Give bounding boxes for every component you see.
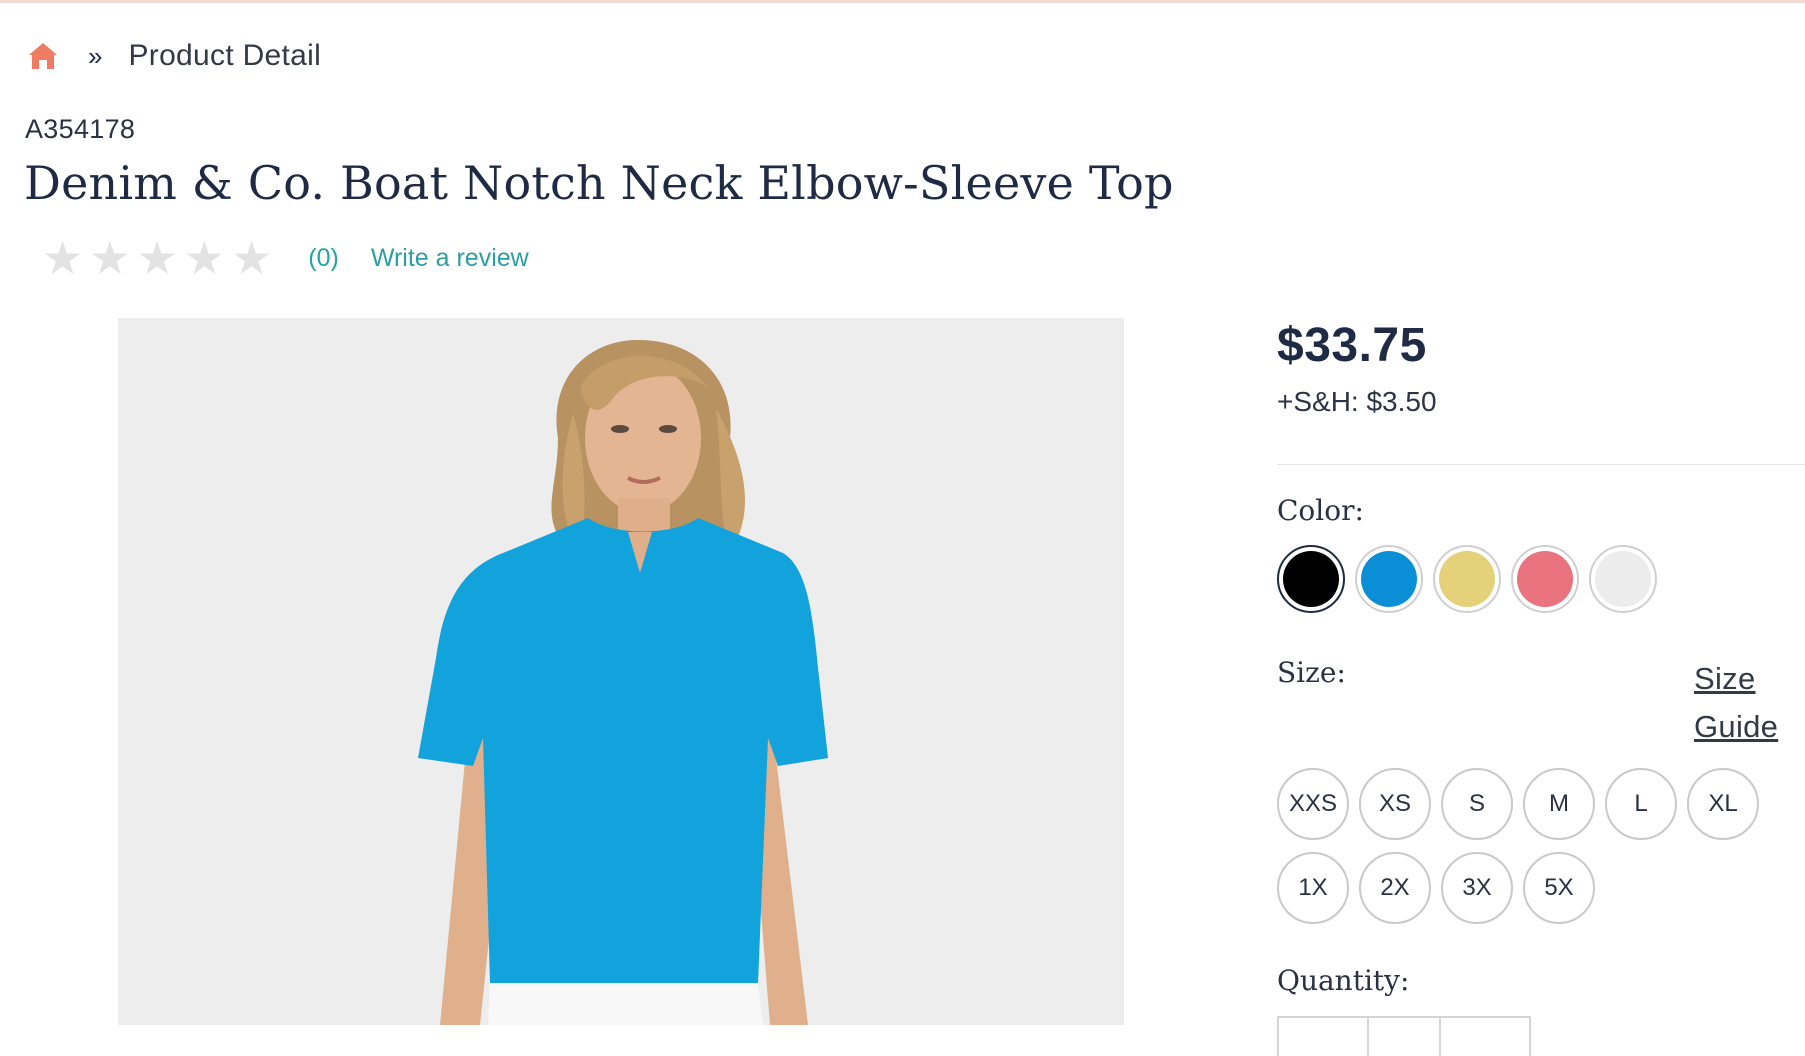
top-accent-line (0, 0, 1805, 3)
star-icon: ★ (183, 232, 225, 284)
size-option-3x[interactable]: 3X (1441, 852, 1513, 924)
home-icon[interactable] (26, 39, 60, 73)
size-option-m[interactable]: M (1523, 768, 1595, 840)
quantity-decrement-button[interactable] (1279, 1018, 1369, 1056)
color-swatch-blue[interactable] (1355, 545, 1423, 613)
quantity-increment-button[interactable] (1441, 1018, 1529, 1056)
quantity-stepper[interactable] (1277, 1016, 1531, 1056)
product-image[interactable] (118, 318, 1124, 1025)
product-rating: ★ ★ ★ ★ ★ (0) Write a review (42, 230, 529, 286)
rating-stars[interactable]: ★ ★ ★ ★ ★ (42, 235, 272, 281)
size-option-2x[interactable]: 2X (1359, 852, 1431, 924)
size-option-xxs[interactable]: XXS (1277, 768, 1349, 840)
color-label: Color: (1277, 494, 1364, 527)
size-option-xs[interactable]: XS (1359, 768, 1431, 840)
size-option-5x[interactable]: 5X (1523, 852, 1595, 924)
star-icon: ★ (42, 232, 84, 284)
swatch-fill (1439, 551, 1495, 607)
color-swatch-white[interactable] (1589, 545, 1657, 613)
size-option-xl[interactable]: XL (1687, 768, 1759, 840)
star-icon: ★ (231, 232, 273, 284)
breadcrumb: » Product Detail (26, 36, 321, 76)
color-swatch-black[interactable] (1277, 545, 1345, 613)
size-options: XXS XS S M L XL 1X 2X 3X 5X (1277, 768, 1797, 924)
swatch-fill (1361, 551, 1417, 607)
product-price: $33.75 (1277, 319, 1427, 372)
review-count-link[interactable]: (0) (308, 244, 339, 273)
write-review-link[interactable]: Write a review (371, 244, 529, 273)
color-swatches (1277, 545, 1657, 613)
product-title: Denim & Co. Boat Notch Neck Elbow-Sleeve… (24, 156, 1174, 210)
color-swatch-yellow[interactable] (1433, 545, 1501, 613)
divider (1277, 464, 1805, 465)
star-icon: ★ (136, 232, 178, 284)
swatch-fill (1283, 551, 1339, 607)
size-option-s[interactable]: S (1441, 768, 1513, 840)
shipping-price: +S&H: $3.50 (1277, 386, 1437, 417)
swatch-fill (1517, 551, 1573, 607)
size-option-1x[interactable]: 1X (1277, 852, 1349, 924)
size-option-l[interactable]: L (1605, 768, 1677, 840)
color-swatch-pink[interactable] (1511, 545, 1579, 613)
star-icon: ★ (89, 232, 131, 284)
quantity-input[interactable] (1369, 1018, 1441, 1056)
quantity-label: Quantity: (1277, 964, 1410, 997)
size-label: Size: (1277, 656, 1346, 689)
breadcrumb-separator: » (88, 40, 103, 71)
swatch-fill (1595, 551, 1651, 607)
breadcrumb-current: Product Detail (128, 39, 322, 72)
size-guide-link[interactable]: Size Guide (1694, 655, 1790, 751)
product-sku: A354178 (25, 114, 136, 144)
